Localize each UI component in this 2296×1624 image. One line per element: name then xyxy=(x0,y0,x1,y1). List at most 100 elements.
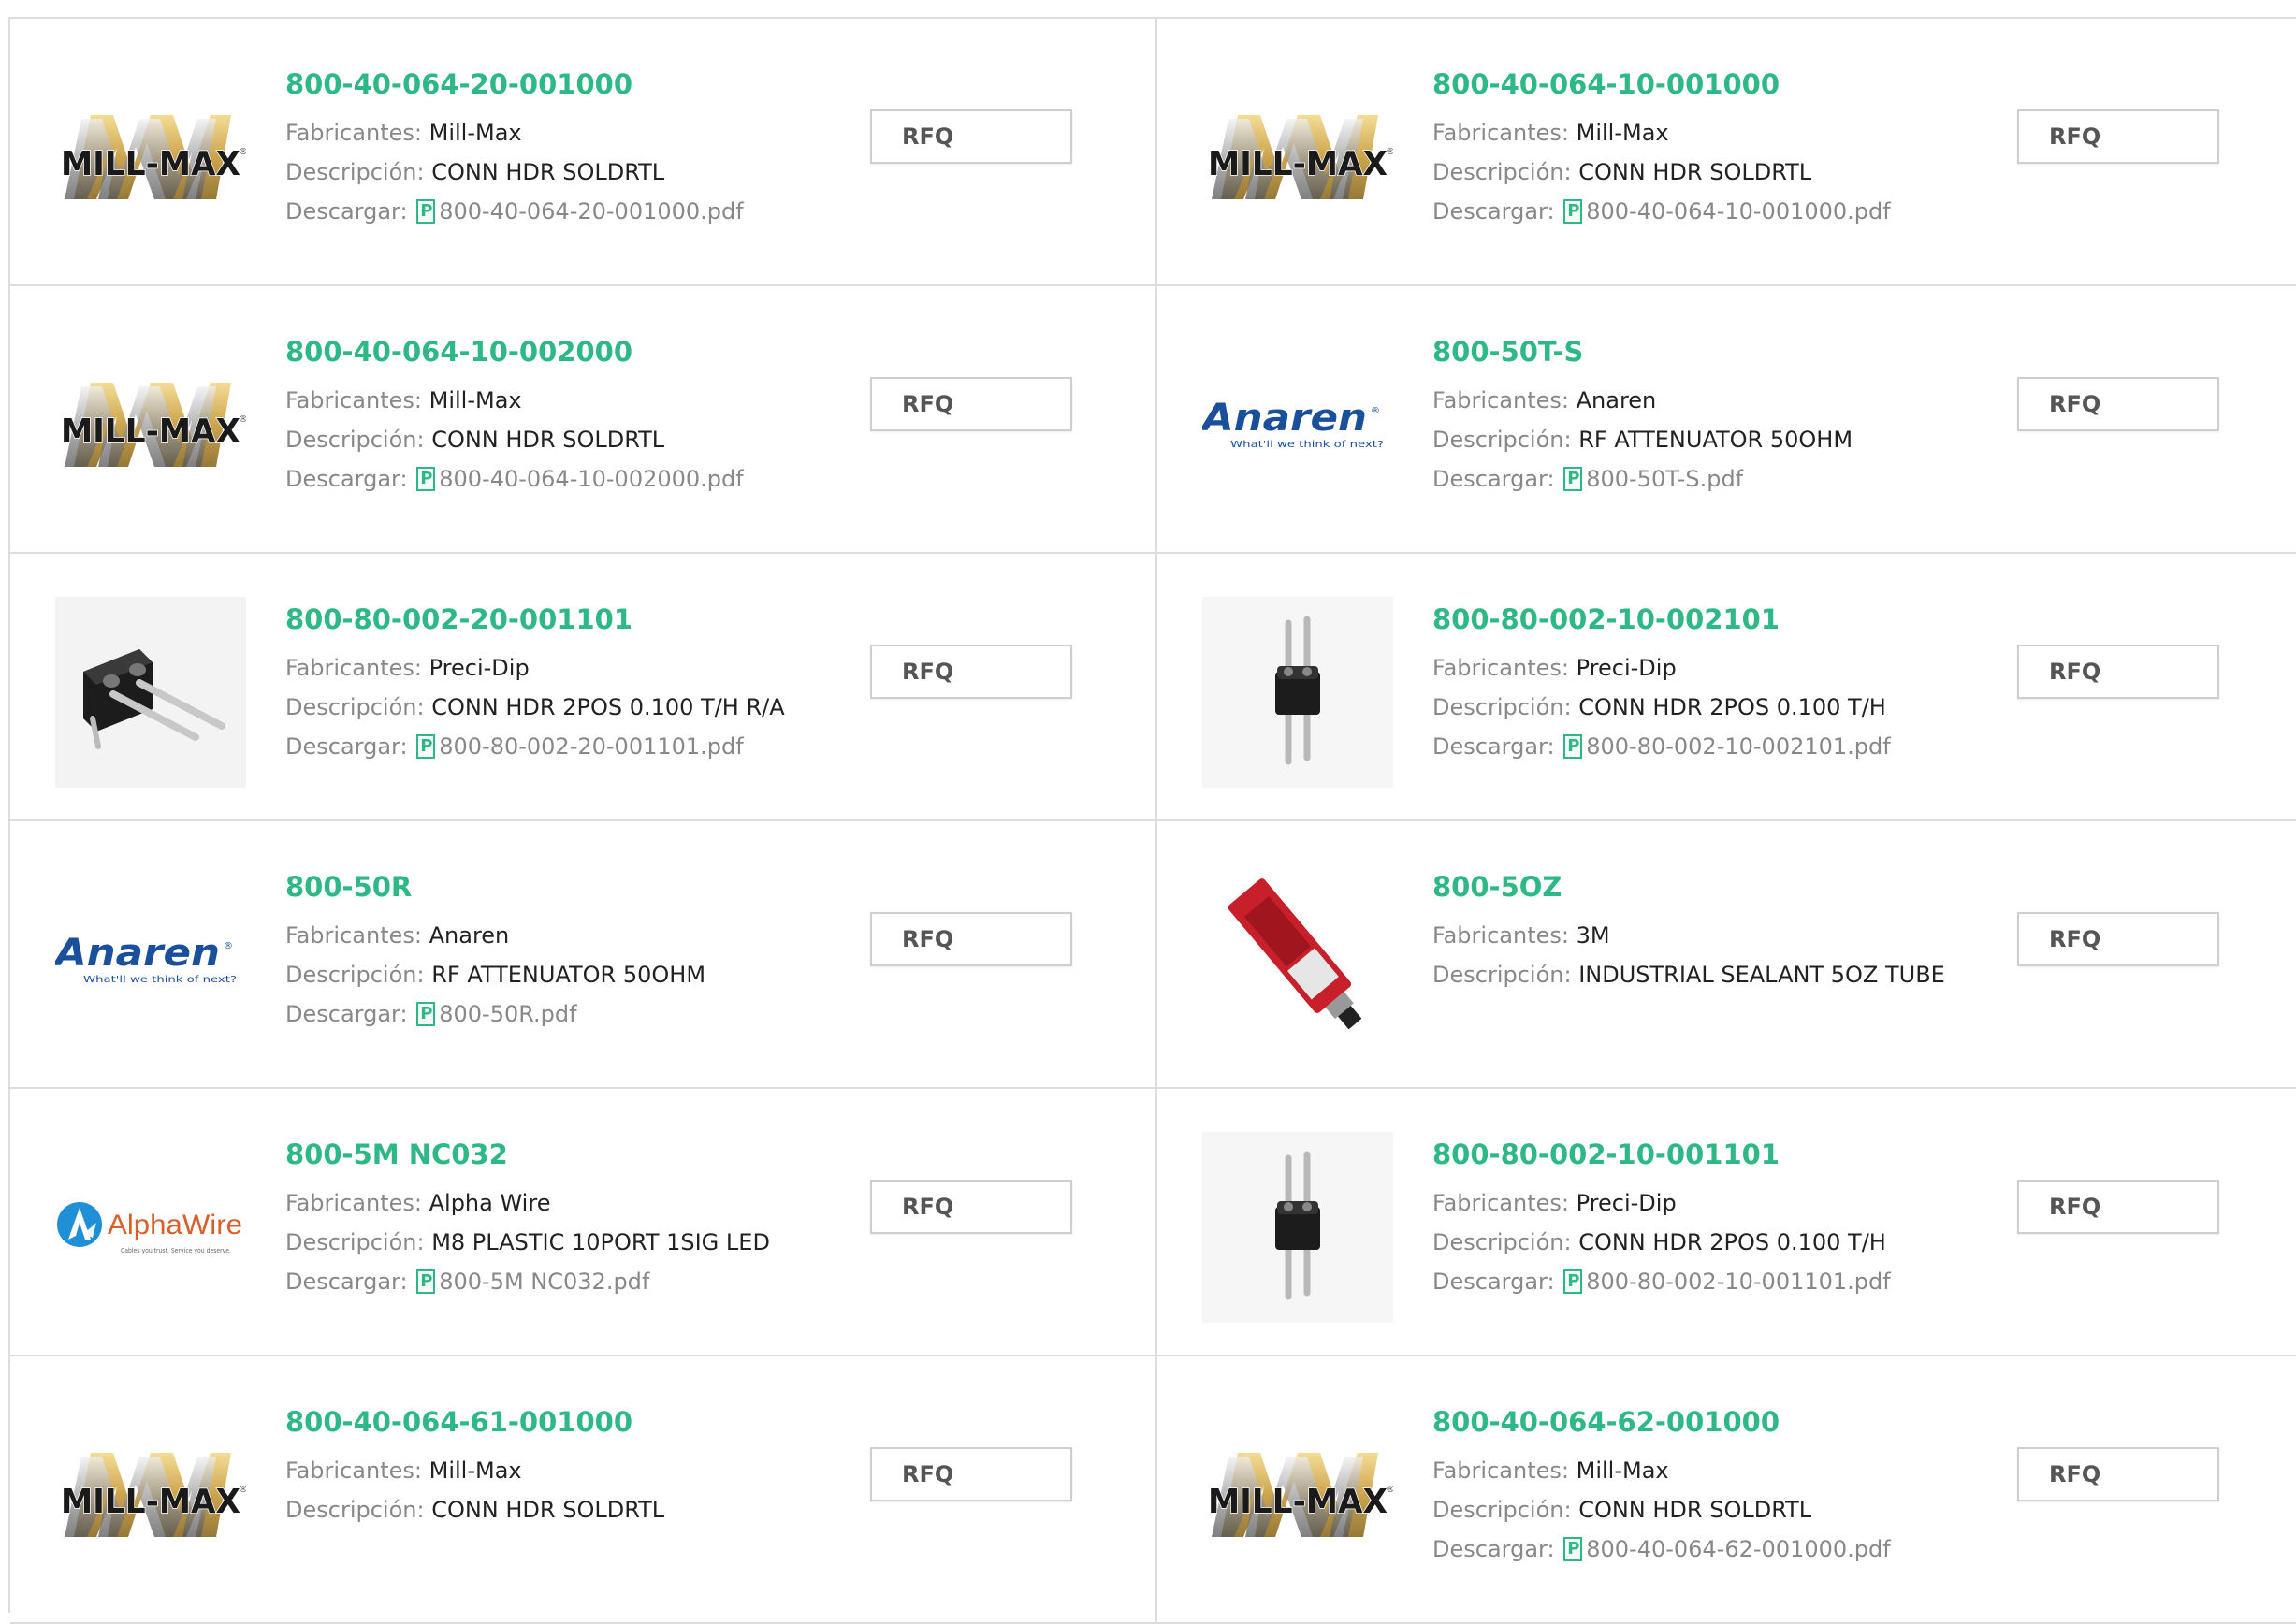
rfq-button[interactable]: RFQ xyxy=(870,377,1072,431)
svg-text:Anaren: Anaren xyxy=(1202,397,1367,440)
part-number-link[interactable]: 800-40-064-61-001000 xyxy=(285,1403,763,1441)
download-label: Descargar: xyxy=(285,198,408,225)
download-label: Descargar: xyxy=(285,1269,408,1295)
download-row: Descargar: 800-80-002-10-001101.pdf xyxy=(1432,1262,1905,1301)
datasheet-link[interactable]: 800-40-064-62-001000.pdf xyxy=(1562,1536,1891,1562)
rfq-button[interactable]: RFQ xyxy=(2017,109,2219,164)
rfq-button[interactable]: RFQ xyxy=(2017,377,2219,431)
svg-text:Cables you trust. Service you: Cables you trust. Service you deserve. xyxy=(121,1247,231,1254)
product-logo[interactable]: MILL-MAX ® xyxy=(55,329,246,520)
svg-text:MILL-MAX: MILL-MAX xyxy=(61,413,240,451)
rfq-button[interactable]: RFQ xyxy=(2017,645,2219,699)
manufacturer-row: Fabricantes: Mill-Max xyxy=(285,381,763,420)
datasheet-link[interactable]: 800-5M NC032.pdf xyxy=(414,1269,649,1295)
part-number-link[interactable]: 800-40-064-10-001000 xyxy=(1432,65,1905,103)
product-logo[interactable]: Anaren ® What'll we think of next? xyxy=(1202,329,1393,520)
description-row: Descripción: CONN HDR SOLDRTL xyxy=(285,420,763,459)
svg-text:MILL-MAX: MILL-MAX xyxy=(1208,145,1388,183)
straight-header-photo xyxy=(1202,1132,1393,1323)
manufacturer-value: Mill-Max xyxy=(429,120,522,146)
datasheet-link[interactable]: 800-80-002-10-002101.pdf xyxy=(1562,733,1891,760)
part-number-link[interactable]: 800-40-064-10-002000 xyxy=(285,333,763,370)
product-logo[interactable] xyxy=(1202,864,1393,1055)
svg-text:®: ® xyxy=(239,147,246,157)
manufacturer-label: Fabricantes: xyxy=(1432,655,1569,681)
description-label: Descripción: xyxy=(285,1497,425,1523)
mill-max-logo: MILL-MAX ® xyxy=(60,1453,246,1537)
description-row: Descripción: CONN HDR SOLDRTL xyxy=(285,152,763,192)
manufacturer-row: Fabricantes: Preci-Dip xyxy=(285,648,763,688)
rfq-button[interactable]: RFQ xyxy=(870,109,1072,164)
rfq-button[interactable]: RFQ xyxy=(870,1180,1072,1234)
datasheet-link[interactable]: 800-50R.pdf xyxy=(414,1001,577,1027)
datasheet-link[interactable]: 800-40-064-10-001000.pdf xyxy=(1562,198,1891,225)
part-number-link[interactable]: 800-40-064-20-001000 xyxy=(285,65,763,103)
manufacturer-value: Mill-Max xyxy=(1576,1457,1669,1484)
pdf-icon xyxy=(416,199,436,224)
datasheet-link[interactable]: 800-40-064-20-001000.pdf xyxy=(414,198,744,225)
rfq-button[interactable]: RFQ xyxy=(2017,912,2219,966)
product-logo[interactable] xyxy=(1202,1132,1393,1323)
rfq-button[interactable]: RFQ xyxy=(870,912,1072,966)
download-row: Descargar: 800-5M NC032.pdf xyxy=(285,1262,763,1301)
product-logo[interactable]: AlphaWire Cables you trust. Service you … xyxy=(55,1132,246,1323)
part-number-link[interactable]: 800-40-064-62-001000 xyxy=(1432,1403,1905,1441)
product-card: 800-80-002-20-001101 Fabricantes: Preci-… xyxy=(10,554,1157,821)
product-logo[interactable]: MILL-MAX ® xyxy=(1202,1399,1393,1590)
download-row: Descargar: 800-40-064-20-001000.pdf xyxy=(285,192,763,231)
svg-text:MILL-MAX: MILL-MAX xyxy=(61,145,240,183)
part-number-link[interactable]: 800-5OZ xyxy=(1432,868,1905,906)
svg-text:®: ® xyxy=(1371,406,1380,416)
product-card: MILL-MAX ® 800-40-064-62-001000 Fabrican… xyxy=(1157,1356,2296,1624)
description-value: CONN HDR SOLDRTL xyxy=(431,427,665,453)
manufacturer-label: Fabricantes: xyxy=(1432,387,1569,413)
product-logo[interactable] xyxy=(1202,597,1393,788)
part-number-link[interactable]: 800-50T-S xyxy=(1432,333,1905,370)
pdf-icon xyxy=(416,1002,436,1026)
description-label: Descripción: xyxy=(1432,1497,1572,1523)
rfq-button[interactable]: RFQ xyxy=(2017,1180,2219,1234)
manufacturer-row: Fabricantes: Anaren xyxy=(285,916,763,955)
description-row: Descripción: CONN HDR 2POS 0.100 T/H xyxy=(1432,1223,1905,1262)
pdf-icon xyxy=(416,1269,436,1294)
datasheet-link[interactable]: 800-40-064-10-002000.pdf xyxy=(414,466,744,492)
datasheet-link[interactable]: 800-80-002-20-001101.pdf xyxy=(414,733,744,760)
rfq-button[interactable]: RFQ xyxy=(870,645,1072,699)
part-number-link[interactable]: 800-80-002-10-001101 xyxy=(1432,1136,1905,1173)
manufacturer-row: Fabricantes: Preci-Dip xyxy=(1432,648,1905,688)
description-row: Descripción: CONN HDR 2POS 0.100 T/H R/A xyxy=(285,688,785,727)
download-label: Descargar: xyxy=(285,733,408,760)
datasheet-link[interactable]: 800-50T-S.pdf xyxy=(1562,466,1743,492)
product-logo[interactable]: Anaren ® What'll we think of next? xyxy=(55,864,246,1055)
datasheet-filename: 800-40-064-10-001000.pdf xyxy=(1586,198,1891,225)
manufacturer-label: Fabricantes: xyxy=(285,1457,422,1484)
description-row: Descripción: CONN HDR 2POS 0.100 T/H xyxy=(1432,688,1905,727)
datasheet-link[interactable]: 800-80-002-10-001101.pdf xyxy=(1562,1269,1891,1295)
part-number-link[interactable]: 800-50R xyxy=(285,868,763,906)
datasheet-filename: 800-40-064-20-001000.pdf xyxy=(439,198,744,225)
product-info: 800-40-064-62-001000 Fabricantes: Mill-M… xyxy=(1432,1403,1905,1569)
description-row: Descripción: RF ATTENUATOR 50OHM xyxy=(1432,420,1905,459)
manufacturer-label: Fabricantes: xyxy=(285,387,422,413)
download-label: Descargar: xyxy=(1432,1536,1555,1562)
description-value: CONN HDR SOLDRTL xyxy=(1578,1497,1812,1523)
description-row: Descripción: CONN HDR SOLDRTL xyxy=(1432,152,1905,192)
svg-text:®: ® xyxy=(1386,147,1393,157)
manufacturer-label: Fabricantes: xyxy=(1432,120,1569,146)
part-number-link[interactable]: 800-80-002-20-001101 xyxy=(285,601,763,638)
manufacturer-label: Fabricantes: xyxy=(285,1190,422,1216)
anaren-logo: Anaren ® What'll we think of next? xyxy=(55,932,237,985)
right-angle-header-photo xyxy=(55,597,246,788)
part-number-link[interactable]: 800-5M NC032 xyxy=(285,1136,763,1173)
product-info: 800-50T-S Fabricantes: Anaren Descripció… xyxy=(1432,333,1905,499)
product-logo[interactable]: MILL-MAX ® xyxy=(55,62,246,253)
rfq-button[interactable]: RFQ xyxy=(2017,1447,2219,1501)
product-card: MILL-MAX ® 800-40-064-61-001000 Fabrican… xyxy=(10,1356,1157,1624)
part-number-link[interactable]: 800-80-002-10-002101 xyxy=(1432,601,1905,638)
product-logo[interactable]: MILL-MAX ® xyxy=(1202,62,1393,253)
product-card: MILL-MAX ® 800-40-064-10-002000 Fabrican… xyxy=(10,286,1157,554)
product-logo[interactable] xyxy=(55,597,246,788)
pdf-icon xyxy=(1563,1269,1583,1294)
product-logo[interactable]: MILL-MAX ® xyxy=(55,1399,246,1590)
rfq-button[interactable]: RFQ xyxy=(870,1447,1072,1501)
